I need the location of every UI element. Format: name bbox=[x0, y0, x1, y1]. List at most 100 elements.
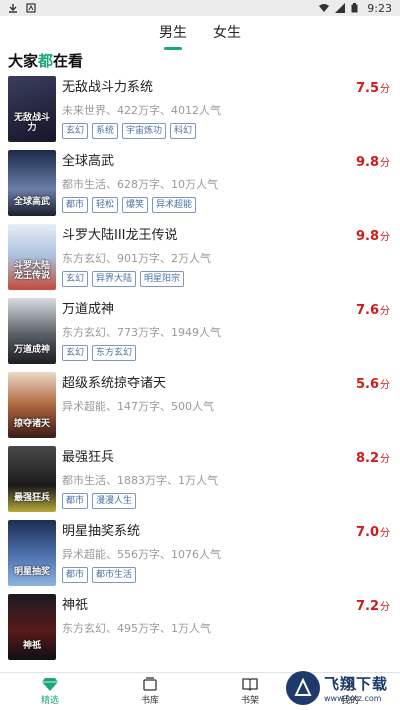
book-tag[interactable]: 都市生活 bbox=[92, 567, 137, 583]
watermark-text: 飞翔下载 www.fxxz.com bbox=[324, 673, 388, 703]
book-tag[interactable]: 东方玄幻 bbox=[92, 345, 137, 361]
book-tag[interactable]: 玄幻 bbox=[62, 345, 89, 361]
score-unit: 分 bbox=[380, 380, 390, 391]
book-tag[interactable]: 明星阳宗 bbox=[140, 271, 185, 287]
book-title[interactable]: 斗罗大陆III龙王传说 bbox=[62, 224, 178, 243]
book-tag[interactable]: 都市 bbox=[62, 197, 89, 213]
book-tag[interactable]: 都市 bbox=[62, 567, 89, 583]
book-item[interactable]: 万道成神 万道成神 东方玄幻、773万字、1949人气 玄幻 东方玄幻 7.6分 bbox=[0, 294, 400, 368]
book-meta: 都市生活、1883万字、1万人气 bbox=[62, 474, 218, 487]
section-title-pre: 大家 bbox=[8, 52, 39, 70]
book-meta: 都市生活、628万字、10万人气 bbox=[62, 178, 218, 191]
nav-featured[interactable]: 精选 bbox=[0, 673, 100, 710]
book-meta: 异术超能、556万字、1076人气 bbox=[62, 548, 221, 561]
book-tags: 都市 都市生活 bbox=[62, 567, 137, 583]
book-score: 7.6分 bbox=[356, 302, 390, 318]
book-title[interactable]: 神祇 bbox=[62, 594, 88, 613]
tab-female[interactable]: 女生 bbox=[211, 16, 243, 48]
cover-text: 明星抽奖 bbox=[13, 567, 50, 578]
book-item[interactable]: 无敌战斗力 无敌战斗力系统 未来世界、422万字、4012人气 玄幻 系统 宇宙… bbox=[0, 72, 400, 146]
book-item[interactable]: 全球高武 全球高武 都市生活、628万字、10万人气 都市 轻松 爆笑 异术超能… bbox=[0, 146, 400, 220]
book-cover[interactable]: 掠夺诸天 bbox=[8, 372, 56, 438]
book-tag[interactable]: 科幻 bbox=[170, 123, 197, 139]
library-icon bbox=[142, 677, 158, 691]
download-icon bbox=[8, 3, 18, 13]
book-cover[interactable]: 明星抽奖 bbox=[8, 520, 56, 586]
cover-text: 全球高武 bbox=[13, 197, 50, 208]
nav-library[interactable]: 书库 bbox=[100, 673, 200, 710]
score-value: 7.0 bbox=[355, 525, 379, 540]
score-value: 9.8 bbox=[355, 155, 379, 170]
score-value: 7.6 bbox=[355, 303, 379, 318]
watermark-logo-icon bbox=[286, 671, 320, 705]
cover-text: 最强狂兵 bbox=[13, 493, 50, 504]
book-score: 5.6分 bbox=[356, 376, 390, 392]
book-cover[interactable]: 全球高武 bbox=[8, 150, 56, 216]
book-item[interactable]: 斗罗大陆 龙王传说 斗罗大陆III龙王传说 东方玄幻、901万字、2万人气 玄幻… bbox=[0, 220, 400, 294]
book-cover[interactable]: 万道成神 bbox=[8, 298, 56, 364]
score-unit: 分 bbox=[380, 602, 390, 613]
book-cover[interactable]: 最强狂兵 bbox=[8, 446, 56, 512]
cover-text: 万道成神 bbox=[13, 345, 50, 356]
battery-icon bbox=[351, 3, 361, 13]
book-title[interactable]: 超级系统掠夺诸天 bbox=[62, 372, 166, 391]
book-tag[interactable]: 爆笑 bbox=[122, 197, 149, 213]
book-tags: 都市 轻松 爆笑 异术超能 bbox=[62, 197, 197, 213]
wifi-icon bbox=[319, 3, 330, 13]
cover-text: 无敌战斗力 bbox=[13, 113, 50, 134]
book-tag[interactable]: 都市 bbox=[62, 493, 89, 509]
book-title[interactable]: 无敌战斗力系统 bbox=[62, 76, 153, 95]
book-meta: 东方玄幻、901万字、2万人气 bbox=[62, 252, 211, 265]
book-title[interactable]: 明星抽奖系统 bbox=[62, 520, 140, 539]
book-tag[interactable]: 漫漫人生 bbox=[92, 493, 137, 509]
score-unit: 分 bbox=[380, 454, 390, 465]
book-tag[interactable]: 系统 bbox=[92, 123, 119, 139]
book-score: 7.2分 bbox=[356, 598, 390, 614]
book-score: 7.0分 bbox=[356, 524, 390, 540]
book-cover[interactable]: 神祇 bbox=[8, 594, 56, 660]
score-value: 8.2 bbox=[355, 451, 379, 466]
book-tag[interactable]: 玄幻 bbox=[62, 123, 89, 139]
book-cover[interactable]: 斗罗大陆 龙王传说 bbox=[8, 224, 56, 290]
book-score: 8.2分 bbox=[356, 450, 390, 466]
gender-tabs: 男生 女生 bbox=[0, 16, 400, 48]
book-tag[interactable]: 异界大陆 bbox=[92, 271, 137, 287]
book-tag[interactable]: 轻松 bbox=[92, 197, 119, 213]
nav-featured-label: 精选 bbox=[40, 696, 59, 706]
book-item[interactable]: 明星抽奖 明星抽奖系统 异术超能、556万字、1076人气 都市 都市生活 7.… bbox=[0, 516, 400, 590]
score-value: 9.8 bbox=[355, 229, 379, 244]
book-item[interactable]: 最强狂兵 最强狂兵 都市生活、1883万字、1万人气 都市 漫漫人生 8.2分 bbox=[0, 442, 400, 516]
book-meta: 异术超能、147万字、500人气 bbox=[62, 400, 214, 413]
book-meta: 未来世界、422万字、4012人气 bbox=[62, 104, 221, 117]
book-tag[interactable]: 异术超能 bbox=[152, 197, 197, 213]
book-title[interactable]: 万道成神 bbox=[62, 298, 114, 317]
book-title[interactable]: 全球高武 bbox=[62, 150, 114, 169]
signal-icon bbox=[335, 3, 346, 13]
score-unit: 分 bbox=[380, 158, 390, 169]
status-time: 9:23 bbox=[367, 1, 392, 15]
nav-bookshelf[interactable]: 书架 bbox=[200, 673, 300, 710]
score-unit: 分 bbox=[380, 84, 390, 95]
book-cover[interactable]: 无敌战斗力 bbox=[8, 76, 56, 142]
book-item[interactable]: 神祇 神祇 东方玄幻、495万字、1万人气 7.2分 bbox=[0, 590, 400, 664]
book-icon bbox=[242, 677, 258, 691]
book-score: 9.8分 bbox=[356, 154, 390, 170]
score-value: 7.5 bbox=[355, 81, 379, 96]
tab-male[interactable]: 男生 bbox=[157, 16, 189, 48]
section-title-post: 在看 bbox=[53, 52, 84, 70]
watermark: 飞翔下载 www.fxxz.com bbox=[286, 668, 396, 708]
score-unit: 分 bbox=[380, 232, 390, 243]
section-title-highlight: 都 bbox=[38, 52, 54, 70]
cover-text: 掠夺诸天 bbox=[13, 419, 50, 430]
book-title[interactable]: 最强狂兵 bbox=[62, 446, 114, 465]
watermark-en: www.fxxz.com bbox=[324, 694, 382, 703]
nav-library-label: 书库 bbox=[140, 696, 159, 706]
book-tags: 玄幻 东方玄幻 bbox=[62, 345, 137, 361]
book-item[interactable]: 掠夺诸天 超级系统掠夺诸天 异术超能、147万字、500人气 5.6分 bbox=[0, 368, 400, 442]
notification-icon bbox=[26, 3, 36, 13]
book-tag[interactable]: 玄幻 bbox=[62, 271, 89, 287]
status-bar: 9:23 bbox=[0, 0, 400, 16]
book-tag[interactable]: 宇宙炼功 bbox=[122, 123, 167, 139]
score-unit: 分 bbox=[380, 306, 390, 317]
book-score: 7.5分 bbox=[356, 80, 390, 96]
